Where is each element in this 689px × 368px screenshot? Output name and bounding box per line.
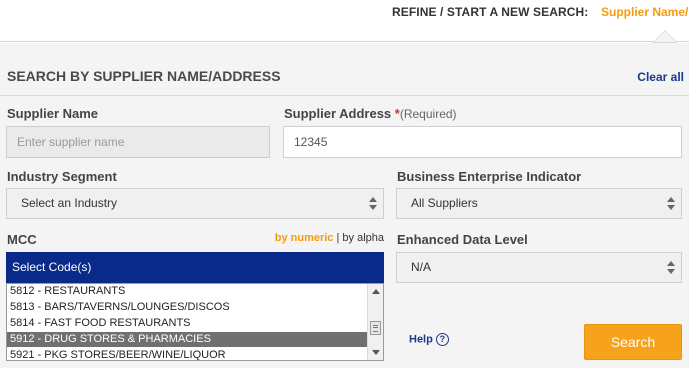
mcc-sort-toggle: by numeric | by alpha — [275, 232, 384, 244]
help-label: Help — [409, 333, 433, 346]
required-text: (Required) — [399, 107, 457, 121]
industry-segment-value: Select an Industry — [21, 196, 118, 210]
supplier-address-label-text: Supplier Address — [284, 106, 392, 121]
select-codes-header: Select Code(s) — [6, 252, 384, 283]
select-arrows-icon — [667, 261, 675, 275]
scroll-thumb[interactable] — [370, 321, 381, 335]
enhanced-data-value: N/A — [411, 260, 432, 274]
sort-separator: | — [336, 232, 340, 244]
top-bar: REFINE / START A NEW SEARCH: Supplier Na… — [0, 0, 689, 43]
help-link[interactable]: Help? — [409, 333, 449, 346]
enhanced-data-label: Enhanced Data Level — [397, 232, 528, 247]
supplier-name-label: Supplier Name — [7, 106, 99, 121]
supplier-address-input[interactable] — [283, 126, 682, 158]
enhanced-data-select[interactable]: N/A — [396, 252, 682, 283]
search-button[interactable]: Search — [584, 324, 682, 360]
listbox-scrollbar[interactable] — [367, 284, 383, 360]
list-item[interactable]: 5812 - RESTAURANTS — [7, 284, 367, 299]
tab-pointer — [654, 31, 676, 42]
industry-segment-select[interactable]: Select an Industry — [6, 188, 384, 219]
refine-label: REFINE / START A NEW SEARCH: — [392, 5, 589, 19]
list-item[interactable]: 5814 - FAST FOOD RESTAURANTS — [7, 316, 367, 331]
scroll-up-icon[interactable] — [372, 289, 380, 294]
panel-header: SEARCH BY SUPPLIER NAME/ADDRESS Clear al… — [0, 43, 689, 96]
scroll-down-icon[interactable] — [372, 350, 380, 355]
select-arrows-icon — [369, 197, 377, 211]
panel-title: SEARCH BY SUPPLIER NAME/ADDRESS — [7, 68, 281, 84]
clear-all-link[interactable]: Clear all — [637, 70, 684, 84]
tab-supplier-name[interactable]: Supplier Name/ — [601, 5, 688, 19]
industry-segment-label: Industry Segment — [7, 169, 117, 184]
sort-by-numeric[interactable]: by numeric — [275, 232, 334, 244]
list-item-selected[interactable]: 5912 - DRUG STORES & PHARMACIES — [7, 332, 367, 347]
business-enterprise-select[interactable]: All Suppliers — [396, 188, 682, 219]
business-enterprise-label: Business Enterprise Indicator — [397, 169, 582, 184]
select-arrows-icon — [667, 197, 675, 211]
supplier-name-input[interactable] — [6, 126, 270, 158]
business-enterprise-value: All Suppliers — [411, 196, 478, 210]
mcc-listbox[interactable]: 5812 - RESTAURANTS 5813 - BARS/TAVERNS/L… — [6, 283, 384, 361]
supplier-address-label: Supplier Address *(Required) — [284, 106, 457, 121]
mcc-label: MCC — [7, 232, 37, 247]
list-item[interactable]: 5813 - BARS/TAVERNS/LOUNGES/DISCOS — [7, 300, 367, 315]
help-icon: ? — [435, 333, 449, 346]
sort-by-alpha[interactable]: by alpha — [342, 232, 384, 244]
list-item[interactable]: 5921 - PKG STORES/BEER/WINE/LIQUOR — [7, 348, 367, 360]
